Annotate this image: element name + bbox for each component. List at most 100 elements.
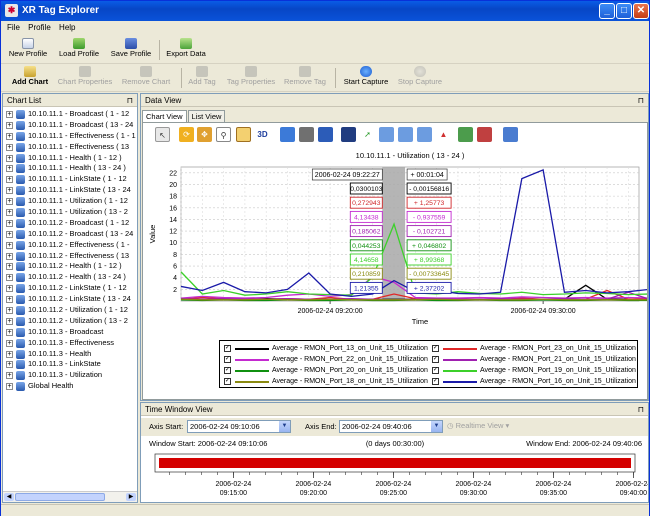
chart-list-item[interactable]: +10.10.11.1 - Effectiveness ( 13 <box>3 142 137 153</box>
load-profile-button[interactable]: Load Profile <box>56 38 102 62</box>
expand-icon[interactable]: + <box>6 241 13 249</box>
pan-icon[interactable]: ✥ <box>197 127 212 142</box>
pin-icon[interactable]: ⊓ <box>638 94 644 107</box>
expand-icon[interactable]: + <box>6 143 13 151</box>
3d-toggle-icon[interactable]: 3D <box>255 127 270 142</box>
expand-icon[interactable]: + <box>6 296 13 304</box>
zoom-icon[interactable]: ⚲ <box>216 127 231 142</box>
expand-icon[interactable]: + <box>6 274 13 282</box>
legend-checkbox[interactable]: ✓ <box>224 345 231 352</box>
legend-checkbox[interactable]: ✓ <box>432 345 439 352</box>
start-capture-button[interactable]: Start Capture <box>342 66 390 90</box>
pointer-icon[interactable]: ↖ <box>155 127 170 142</box>
maximize-button[interactable]: □ <box>616 3 632 19</box>
chevron-down-icon[interactable]: ▼ <box>279 421 290 432</box>
expand-icon[interactable]: + <box>6 383 13 391</box>
chart-list-item[interactable]: +10.10.11.2 - Broadcast ( 13 - 24 <box>3 229 137 240</box>
expand-icon[interactable]: + <box>6 230 13 238</box>
remove-tag-button[interactable]: Remove Tag <box>283 66 327 90</box>
chart-list-item[interactable]: +10.10.11.1 - Health ( 13 - 24 ) <box>3 163 137 174</box>
chart-list-item[interactable]: +10.10.11.2 - Broadcast ( 1 - 12 <box>3 218 137 229</box>
expand-icon[interactable]: + <box>6 219 13 227</box>
chart-list-item[interactable]: +10.10.11.2 - Health ( 13 - 24 ) <box>3 272 137 283</box>
chart-list-item[interactable]: +10.10.11.2 - Utilization ( 13 - 2 <box>3 316 137 327</box>
realtime-view-button[interactable]: ◷ Realtime View ▾ <box>447 421 509 430</box>
chart-list-item[interactable]: +10.10.11.1 - Utilization ( 1 - 12 <box>3 196 137 207</box>
stop-capture-button[interactable]: Stop Capture <box>397 66 443 90</box>
legend-checkbox[interactable]: ✓ <box>224 367 231 374</box>
pin-icon[interactable]: ⊓ <box>638 403 644 416</box>
expand-icon[interactable]: + <box>6 307 13 315</box>
chart-list-item[interactable]: +10.10.11.3 - Broadcast <box>3 327 137 338</box>
utilization-chart[interactable]: 10.10.11.1 - Utilization ( 13 - 24 ) 2 4 6 8… <box>143 147 647 337</box>
expand-icon[interactable]: + <box>6 328 13 336</box>
horizontal-scrollbar[interactable]: ◀ ▶ <box>3 491 137 502</box>
chart-list-item[interactable]: +10.10.11.1 - Health ( 1 - 12 ) <box>3 153 137 164</box>
chart-list-item[interactable]: +10.10.11.3 - Health <box>3 349 137 360</box>
tab-list-view[interactable]: List View <box>187 110 226 122</box>
expand-icon[interactable]: + <box>6 252 13 260</box>
image-icon[interactable] <box>379 127 394 142</box>
title-bar[interactable]: ✱ XR Tag Explorer _ □ ✕ <box>1 1 649 21</box>
chart-list-item[interactable]: +10.10.11.3 - Effectiveness <box>3 338 137 349</box>
expand-icon[interactable]: + <box>6 361 13 369</box>
table-icon[interactable] <box>398 127 413 142</box>
chart-list-item[interactable]: +10.10.11.3 - LinkState <box>3 359 137 370</box>
expand-icon[interactable]: + <box>6 154 13 162</box>
expand-icon[interactable]: + <box>6 187 13 195</box>
fit-horizontal-icon[interactable] <box>458 127 473 142</box>
chart-list-item[interactable]: + Global Health <box>3 381 137 392</box>
pin-icon[interactable]: ⊓ <box>127 94 133 107</box>
chart-wizard-icon[interactable] <box>280 127 295 142</box>
chart-list-item[interactable]: +10.10.11.1 - Effectiveness ( 1 - 1 <box>3 131 137 142</box>
chart-list-item[interactable]: +10.10.11.2 - LinkState ( 1 - 12 <box>3 283 137 294</box>
legend-checkbox[interactable]: ✓ <box>432 356 439 363</box>
axis-end-combo[interactable]: 2006-02-24 09:40:06 ▼ <box>339 420 443 433</box>
fit-vertical-icon[interactable] <box>477 127 492 142</box>
copy-icon[interactable] <box>318 127 333 142</box>
chart-list-item[interactable]: +10.10.11.1 - Broadcast ( 13 - 24 <box>3 120 137 131</box>
chart-list-item[interactable]: +10.10.11.3 - Utilization <box>3 370 137 381</box>
add-tag-button[interactable]: Add Tag <box>187 66 217 90</box>
refresh-icon[interactable]: ⟳ <box>179 127 194 142</box>
properties-icon[interactable] <box>503 127 518 142</box>
chart-list-item[interactable]: +10.10.11.2 - LinkState ( 13 - 24 <box>3 294 137 305</box>
save-icon[interactable] <box>341 127 356 142</box>
axis-start-combo[interactable]: 2006-02-24 09:10:06 ▼ <box>187 420 291 433</box>
cursor-icon[interactable]: ➚ <box>360 127 375 142</box>
chart-list-item[interactable]: +10.10.11.2 - Effectiveness ( 13 <box>3 251 137 262</box>
expand-icon[interactable]: + <box>6 121 13 129</box>
menu-file[interactable]: File <box>7 21 20 35</box>
expand-icon[interactable]: + <box>6 165 13 173</box>
chart-list-item[interactable]: +10.10.11.2 - Health ( 1 - 12 ) <box>3 261 137 272</box>
save-profile-button[interactable]: Save Profile <box>108 38 154 62</box>
scroll-left-icon[interactable]: ◀ <box>4 493 14 501</box>
legend-checkbox[interactable]: ✓ <box>432 378 439 385</box>
chart-properties-button[interactable]: Chart Properties <box>56 66 114 90</box>
print-icon[interactable] <box>299 127 314 142</box>
expand-icon[interactable]: + <box>6 209 13 217</box>
time-window-ruler[interactable]: Window Start: 2006-02-24 09:10:06 (0 days… <box>141 438 648 502</box>
add-chart-button[interactable]: Add Chart <box>11 66 49 90</box>
chart-list-item[interactable]: +10.10.11.1 - LinkState ( 1 - 12 <box>3 174 137 185</box>
expand-icon[interactable]: + <box>6 317 13 325</box>
chart-list-item[interactable]: +10.10.11.1 - LinkState ( 13 - 24 <box>3 185 137 196</box>
legend-checkbox[interactable]: ✓ <box>432 367 439 374</box>
legend-icon[interactable] <box>417 127 432 142</box>
minimize-button[interactable]: _ <box>599 3 615 19</box>
close-button[interactable]: ✕ <box>633 3 649 19</box>
remove-chart-button[interactable]: Remove Chart <box>121 66 171 90</box>
chart-list-item[interactable]: +10.10.11.1 - Broadcast ( 1 - 12 <box>3 109 137 120</box>
legend-checkbox[interactable]: ✓ <box>224 378 231 385</box>
expand-icon[interactable]: + <box>6 132 13 140</box>
chevron-down-icon[interactable]: ▼ <box>431 421 442 432</box>
tab-chart-view[interactable]: Chart View <box>142 110 187 122</box>
zoom-box-icon[interactable] <box>236 127 251 142</box>
menu-profile[interactable]: Profile <box>28 21 51 35</box>
menu-help[interactable]: Help <box>59 21 75 35</box>
chart-list-item[interactable]: +10.10.11.1 - Utilization ( 13 - 2 <box>3 207 137 218</box>
chart-list-item[interactable]: +10.10.11.2 - Utilization ( 1 - 12 <box>3 305 137 316</box>
expand-icon[interactable]: + <box>6 111 13 118</box>
expand-icon[interactable]: + <box>6 339 13 347</box>
legend-checkbox[interactable]: ✓ <box>224 356 231 363</box>
